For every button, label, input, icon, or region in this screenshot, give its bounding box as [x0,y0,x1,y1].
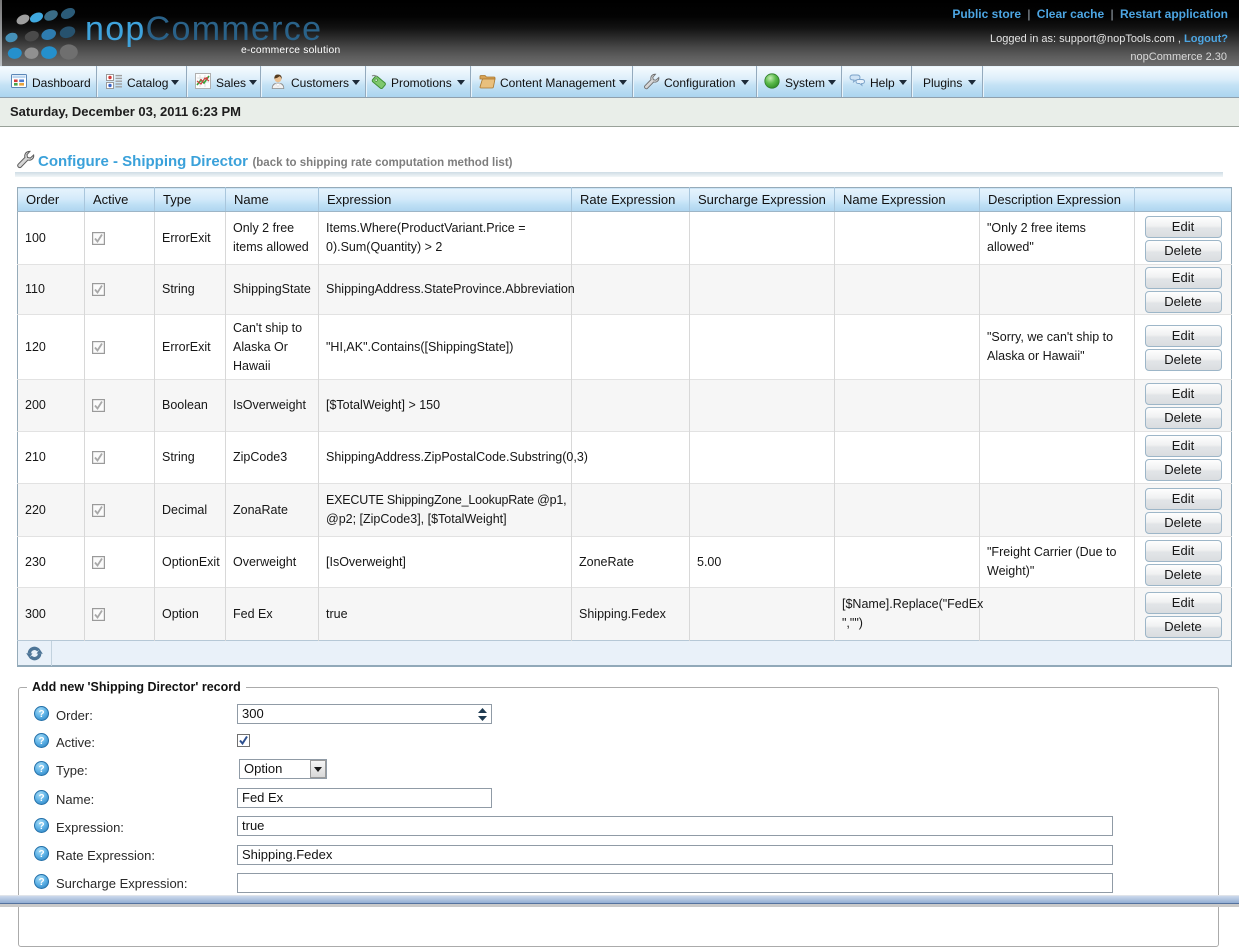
svg-text:?: ? [38,793,44,804]
svg-text:?: ? [38,709,44,720]
svg-text:?: ? [38,877,44,888]
svg-text:?: ? [38,849,44,860]
svg-text:?: ? [38,736,44,747]
svg-text:?: ? [38,764,44,775]
svg-text:?: ? [38,821,44,832]
